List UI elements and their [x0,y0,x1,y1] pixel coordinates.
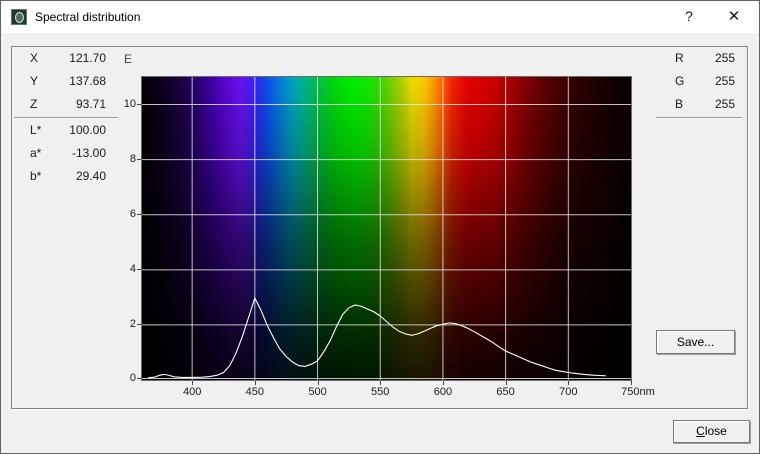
fingerprint-icon [15,12,24,23]
b-label: B [675,97,683,117]
y-axis-label: E [124,52,132,66]
r-value: 255 [715,51,735,71]
spectral-distribution-dialog: Spectral distribution ? ✕ X 121.70 Y 137… [0,0,760,454]
title-bar: Spectral distribution ? ✕ [1,1,759,33]
close-button[interactable]: Close [673,420,750,443]
y-value: 137.68 [69,74,106,94]
lab-row-l: L* 100.00 [30,123,106,143]
close-accelerator: C [696,424,705,438]
app-icon [11,9,27,25]
spectral-curve-svg [142,77,631,380]
bstar-label: b* [30,169,41,189]
save-button[interactable]: Save... [656,330,735,354]
xyz-row-z: Z 93.71 [30,97,106,117]
b-value: 255 [715,97,735,117]
lstar-label: L* [30,123,41,143]
rgb-row-g: G 255 [675,74,735,94]
z-value: 93.71 [76,97,106,117]
bstar-value: 29.40 [76,169,106,189]
rgb-row-r: R 255 [675,51,735,71]
g-label: G [675,74,684,94]
xyz-row-x: X 121.70 [30,51,106,71]
window-title: Spectral distribution [35,1,140,33]
spectral-chart [141,76,632,381]
lstar-value: 100.00 [69,123,106,143]
window-close-button[interactable]: ✕ [713,1,755,32]
help-button[interactable]: ? [668,1,710,32]
x-label: X [30,51,38,71]
xyz-lab-separator [14,117,118,119]
r-label: R [675,51,684,71]
astar-label: a* [30,146,41,166]
z-label: Z [30,97,37,117]
astar-value: -13.00 [72,146,106,166]
x-value: 121.70 [69,51,106,71]
lab-row-a: a* -13.00 [30,146,106,166]
spectral-curve [148,298,606,378]
lab-row-b: b* 29.40 [30,169,106,189]
g-value: 255 [715,74,735,94]
y-label: Y [30,74,38,94]
rgb-row-b: B 255 [675,97,735,117]
rgb-separator [656,117,742,119]
close-label-rest: lose [705,424,727,438]
xyz-row-y: Y 137.68 [30,74,106,94]
